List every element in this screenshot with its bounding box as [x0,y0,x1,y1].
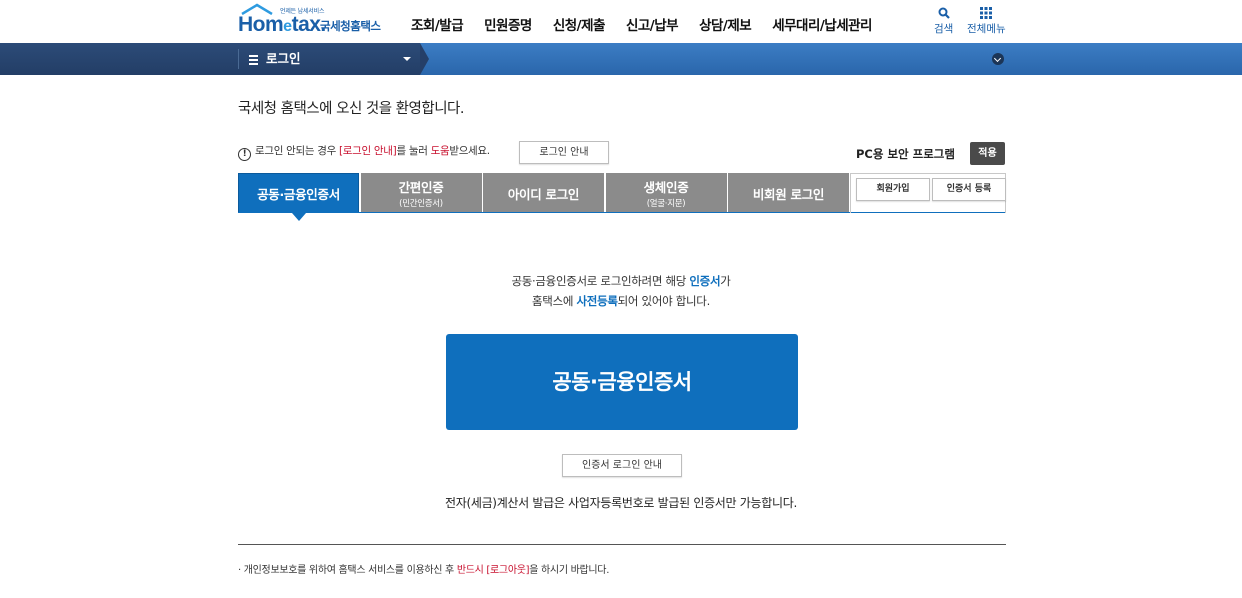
search-icon [938,7,950,19]
tab-simple-auth[interactable]: 간편인증 (민간인증서) [360,173,482,213]
page-title: 국세청 홈택스에 오신 것을 환영합니다. [238,101,464,117]
logout-reminder: · 개인정보보호를 위하여 홈택스 서비스를 이용하신 후 반드시 [로그아웃]… [238,565,610,576]
divider [238,544,1006,545]
joint-financial-cert-login-button[interactable]: 공동·금융인증서 [446,334,798,430]
hamburger-icon [249,53,258,67]
nav-application[interactable]: 신청/제출 [553,14,606,34]
nav-tax-agent[interactable]: 세무대리/납세관리 [772,14,872,34]
grid-menu-icon [980,7,993,19]
all-menu-label: 전체메뉴 [967,23,1006,35]
main-nav: 조회/발급 민원증명 신청/제출 신고/납부 상담/제보 세무대리/납세관리 [411,14,893,34]
hometax-logo[interactable]: 언제든 납세서비스 Hometax. 국세청홈택스 [238,3,388,37]
security-program-label: PC용 보안 프로그램 [856,147,955,161]
login-guide-highlight: [로그인 안내] [339,145,397,157]
login-guide-button[interactable]: 로그인 안내 [519,141,609,164]
nav-inquiry[interactable]: 조회/발급 [411,14,464,34]
logo-wordmark: Hometax. [238,13,326,36]
top-header: 언제든 납세서비스 Hometax. 국세청홈택스 조회/발급 민원증명 신청/… [0,0,1242,43]
active-tab-pointer [292,213,306,221]
location-bar-dark-section [0,43,420,75]
cert-description-line2: 홈택스에 사전등록되어 있어야 합니다. [532,294,710,308]
nav-certificate[interactable]: 민원증명 [484,14,532,34]
location-bar-divider [238,49,239,69]
alert-icon: ! [238,148,251,161]
breadcrumb-label: 로그인 [266,51,301,66]
search-label: 검색 [934,23,954,35]
tab-joint-financial-cert[interactable]: 공동·금융인증서 [238,173,359,213]
tab-id-login[interactable]: 아이디 로그인 [483,173,604,213]
location-bar-arrow [420,43,429,75]
tab-nonmember-login[interactable]: 비회원 로그인 [728,173,849,213]
login-help-notice: ! 로그인 안되는 경우 [로그인 안내]를 눌러 도움받으세요. [238,143,490,161]
apply-security-button[interactable]: 적용 [970,142,1005,165]
cert-register-button[interactable]: 인증서 등록 [932,178,1006,201]
tab-biometric[interactable]: 생체인증 (얼굴·지문) [605,173,727,213]
all-menu-button[interactable]: 전체메뉴 [967,7,1006,36]
nav-filing-payment[interactable]: 신고/납부 [626,14,679,34]
login-tabs: 공동·금융인증서 간편인증 (민간인증서) 아이디 로그인 생체인증 (얼굴·지… [238,173,851,213]
search-button[interactable]: 검색 [934,7,953,36]
join-button[interactable]: 회원가입 [856,178,930,201]
chevron-down-icon[interactable] [403,57,411,61]
nav-consult-report[interactable]: 상담/제보 [699,14,752,34]
breadcrumb-login[interactable]: 로그인 [249,43,301,75]
cert-login-guide-button[interactable]: 인증서 로그인 안내 [562,454,682,477]
tax-invoice-note: 전자(세금)계산서 발급은 사업자등록번호로 발급된 인증서만 가능합니다. [444,496,798,510]
logo-name: 국세청홈택스 [320,19,381,33]
cert-description-line1: 공동·금융인증서로 로그인하려면 해당 인증서가 [511,274,731,288]
expand-circle-icon[interactable] [992,53,1004,65]
